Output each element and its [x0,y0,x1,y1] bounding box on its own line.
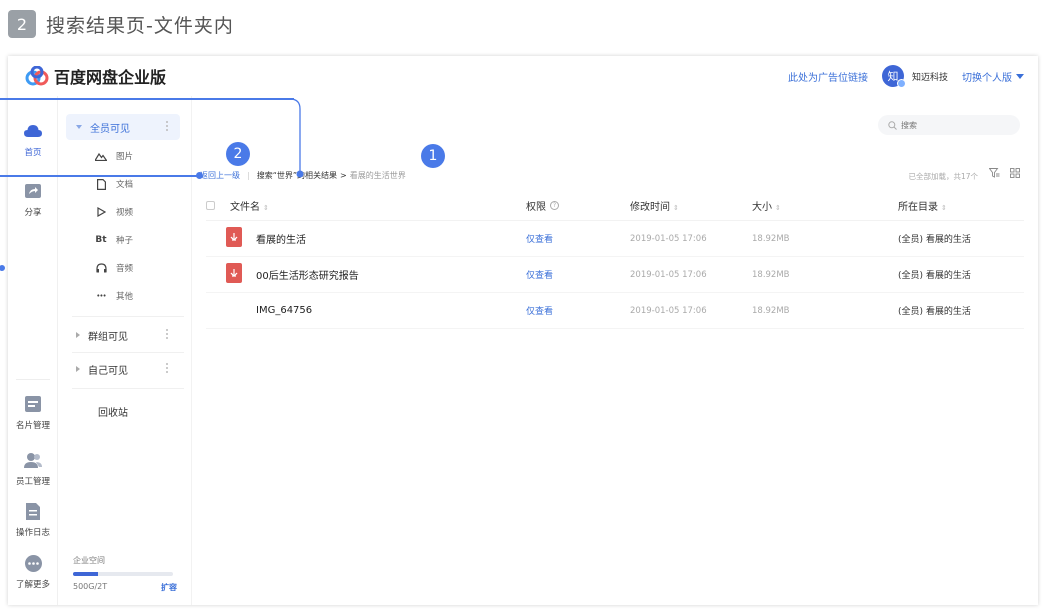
file-permission: 仅查看 [526,235,554,245]
file-permission: 仅查看 [526,271,554,281]
kebab-menu-icon[interactable] [166,363,168,373]
tree-sub-item-other[interactable]: ••• 其他 [94,286,133,306]
search-box[interactable] [878,115,1020,135]
column-label: 所在目录 [898,202,938,213]
file-permission: 仅查看 [526,307,554,317]
switch-personal-button[interactable]: 切换个人版 [962,69,1024,84]
tree-node-self-visible[interactable]: 自己可见 [66,356,180,382]
rail-item-label: 操作日志 [15,528,50,538]
table-header: 文件名 ⇕ 权限? 修改时间 ⇕ 大小 ⇕ 所在目录 ⇕ [206,191,1024,221]
logo[interactable]: 百度网盘企业版 [24,64,166,88]
help-icon[interactable]: ? [550,201,559,210]
storage-progress [73,572,173,576]
file-name[interactable]: IMG_64756 [256,305,312,316]
rail-item-more[interactable]: 了解更多 [8,554,58,590]
load-status: 已全部加载，共17个 [908,172,978,181]
switch-personal-label: 切换个人版 [962,72,1012,84]
verified-badge-icon [896,79,906,88]
column-label: 修改时间 [630,202,670,213]
rail-item-staff[interactable]: 员工管理 [8,451,58,487]
staff-icon [24,451,42,469]
rail-item-log[interactable]: 操作日志 [8,502,58,538]
file-size: 18.92MB [752,269,790,280]
storage-row: 500G/2T 扩容 [73,582,177,593]
sort-icon: ⇕ [775,204,781,212]
search-input[interactable] [901,120,1001,130]
breadcrumb-separator: > [340,171,347,180]
column-header-directory[interactable]: 所在目录 ⇕ [898,198,947,213]
file-size: 18.92MB [752,305,790,316]
triangle-right-icon [76,332,80,338]
expand-storage-button[interactable]: 扩容 [161,582,177,593]
rail-item-label: 名片管理 [15,421,50,431]
file-directory[interactable]: (全员) 看展的生活 [898,304,971,317]
avatar[interactable]: 知 [881,65,906,88]
baidu-netdisk-logo-icon [25,66,49,86]
page-header: 2 搜索结果页-文件夹内 [8,10,234,38]
annotation-connector [0,98,304,271]
search-icon [888,120,897,130]
tree-node-label: 自己可见 [88,365,128,377]
rail-item-label: 了解更多 [15,580,50,590]
tree-divider [72,352,184,353]
storage-title: 企业空间 [73,556,105,565]
file-mtime: 2019-01-05 17:06 [630,305,707,316]
column-label: 权限 [526,202,546,213]
view-toggle [989,168,1020,178]
file-directory[interactable]: (全员) 看展的生活 [898,232,971,245]
table-row[interactable]: 看展的生活 仅查看 2019-01-05 17:06 18.92MB (全员) … [206,221,1024,257]
step-badge: 2 [8,10,36,38]
annotation-callout-1: 1 [421,144,445,168]
column-label: 大小 [752,202,772,213]
main-content: 返回上一级 | 搜索“世界”的相关结果 > 看展的生活世界 已全部加载，共17个… [192,96,1038,605]
log-icon [24,502,42,520]
company-name[interactable]: 知迈科技 [912,70,948,83]
column-header-mtime[interactable]: 修改时间 ⇕ [630,198,679,213]
more-icon [24,554,42,572]
tree-node-group-visible[interactable]: 群组可见 [66,322,180,348]
file-mtime: 2019-01-05 17:06 [630,233,707,244]
topbar-right: 此处为广告位链接 知 知迈科技 切换个人版 [788,56,1024,96]
table-row[interactable]: 00后生活形态研究报告 仅查看 2019-01-05 17:06 18.92MB… [206,257,1024,293]
table-row[interactable]: IMG_64756 仅查看 2019-01-05 17:06 18.92MB (… [206,293,1024,329]
logo-text: 百度网盘企业版 [54,68,167,87]
file-size: 18.92MB [752,233,790,244]
storage-progress-fill [73,572,98,576]
sort-icon: ⇕ [941,204,947,212]
page-heading: 搜索结果页-文件夹内 [46,14,234,37]
rail-item-card[interactable]: 名片管理 [8,395,58,431]
recycle-bin[interactable]: 回收站 [98,404,128,419]
rail-item-label: 员工管理 [15,477,50,487]
ad-link[interactable]: 此处为广告位链接 [788,69,868,84]
tree-node-label: 群组可见 [88,331,128,343]
breadcrumb-current: 看展的生活世界 [349,171,406,180]
rail-divider [16,379,50,380]
caret-down-icon [1016,73,1024,79]
sort-icon: ⇕ [673,204,679,212]
kebab-menu-icon[interactable] [166,329,168,339]
card-icon [24,395,42,413]
filter-icon[interactable] [989,168,1000,178]
tree-divider [72,316,184,317]
column-header-permission[interactable]: 权限? [526,198,559,213]
dots-icon: ••• [96,292,106,300]
tree-divider [72,388,184,389]
storage-panel: 企业空间 500G/2T 扩容 [73,555,177,593]
file-directory[interactable]: (全员) 看展的生活 [898,268,971,281]
tree-sub-item-label: 其他 [116,292,134,302]
column-header-size[interactable]: 大小 ⇕ [752,198,781,213]
topbar: 百度网盘企业版 此处为广告位链接 知 知迈科技 切换个人版 [8,56,1038,96]
storage-used: 500G/2T [73,582,108,591]
triangle-right-icon [76,366,80,372]
grid-view-icon[interactable] [1010,168,1020,178]
file-mtime: 2019-01-05 17:06 [630,269,707,280]
